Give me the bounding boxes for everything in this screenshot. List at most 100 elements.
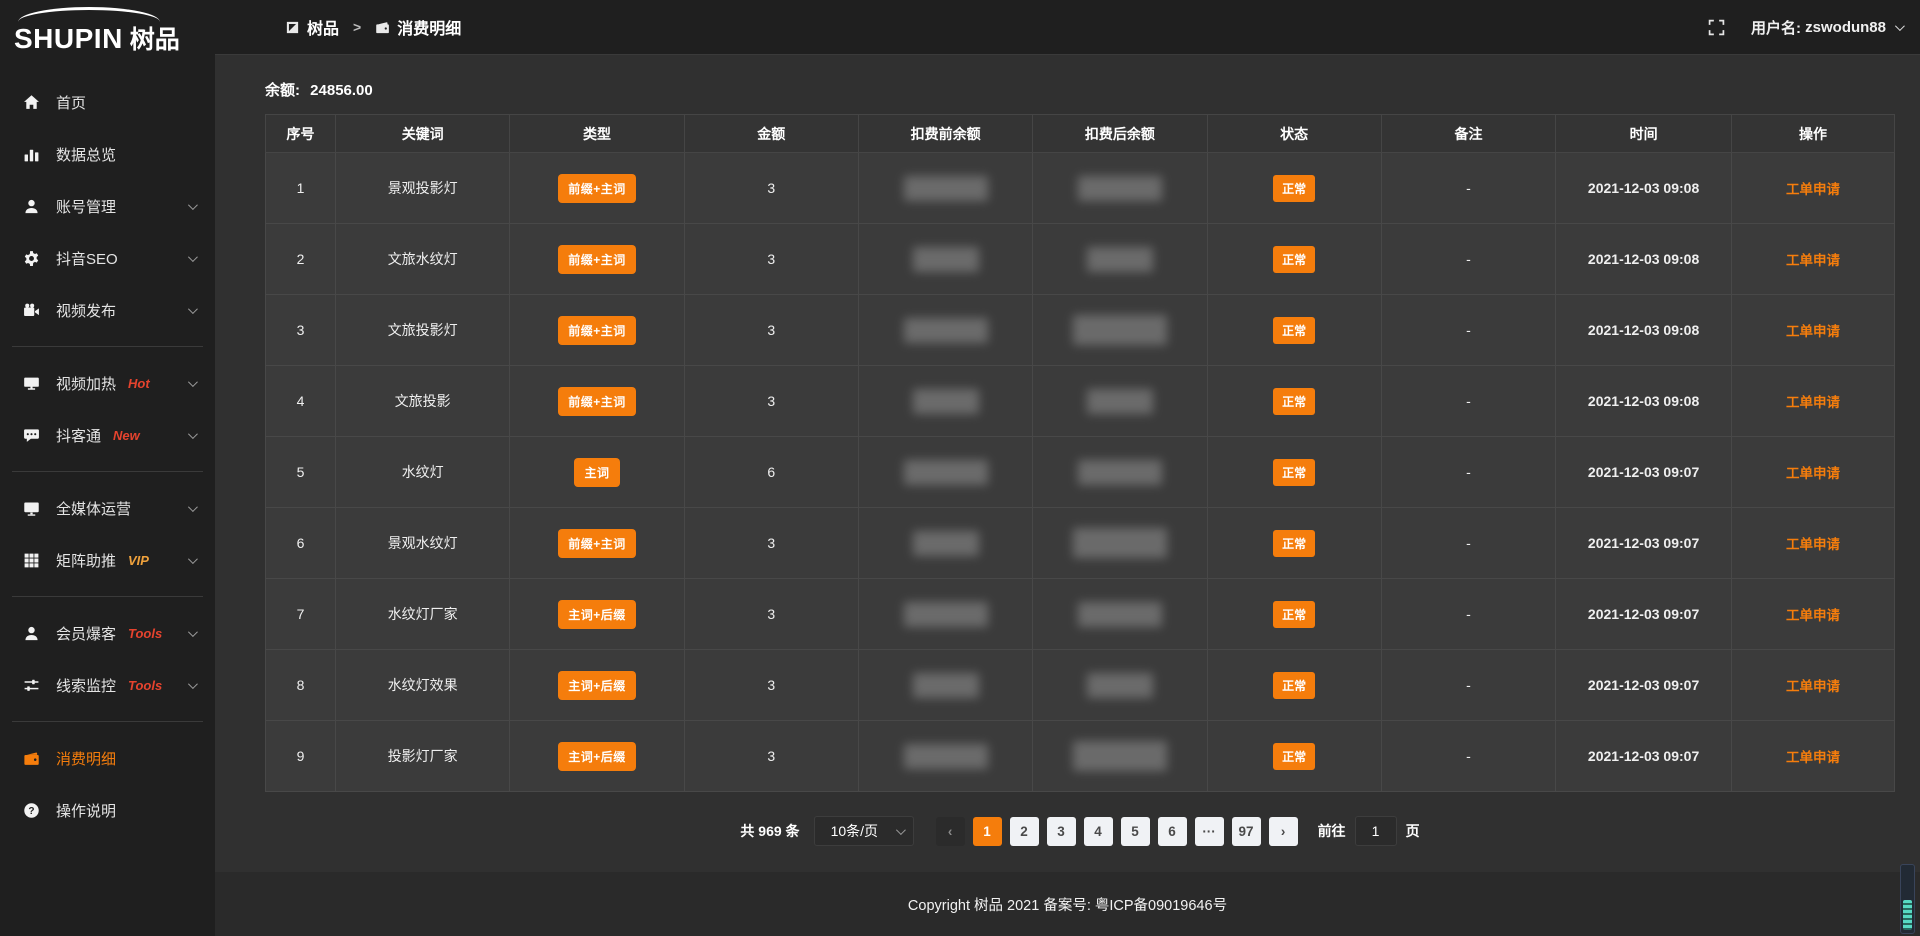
work-order-link[interactable]: 工单申请	[1786, 608, 1840, 623]
status-badge: 正常	[1273, 743, 1315, 770]
sidebar-item[interactable]: ?操作说明	[0, 784, 215, 836]
cell-post-balance	[1033, 508, 1207, 579]
prev-page-button[interactable]: ‹	[936, 817, 965, 846]
home-icon	[22, 93, 41, 112]
desktop-icon	[22, 499, 41, 518]
cell-amount: 3	[684, 366, 858, 437]
breadcrumb-item[interactable]: 树品	[285, 15, 339, 39]
goto-page-input[interactable]	[1355, 816, 1397, 846]
status-badge: 正常	[1273, 601, 1315, 628]
page-number-button[interactable]: 4	[1084, 817, 1113, 846]
page-number-button[interactable]: 97	[1232, 817, 1261, 846]
masked-balance	[1073, 741, 1167, 771]
sidebar-item[interactable]: 首页	[0, 76, 215, 128]
svg-text:?: ?	[28, 805, 34, 816]
sidebar-item[interactable]: 抖客通New	[0, 409, 215, 461]
page-number-button[interactable]: 5	[1121, 817, 1150, 846]
sidebar-item[interactable]: 抖音SEO	[0, 232, 215, 284]
sidebar-item-label: 会员爆客	[56, 623, 116, 644]
breadcrumb-item[interactable]: 消费明细	[375, 15, 461, 39]
page-ellipsis-button[interactable]: ···	[1195, 817, 1224, 846]
sliders-icon	[22, 676, 41, 695]
sidebar-item-label: 首页	[56, 92, 86, 113]
cell-status: 正常	[1207, 579, 1381, 650]
cell-index: 4	[266, 366, 336, 437]
masked-balance	[1073, 528, 1167, 558]
cell-remark: -	[1381, 224, 1555, 295]
page-number-button[interactable]: 1	[973, 817, 1002, 846]
sidebar-item-badge: Hot	[128, 376, 150, 391]
cell-pre-balance	[858, 366, 1032, 437]
cell-status: 正常	[1207, 224, 1381, 295]
work-order-link[interactable]: 工单申请	[1786, 324, 1840, 339]
user-dropdown[interactable]: 用户名: zswodun88	[1751, 17, 1902, 38]
work-order-link[interactable]: 工单申请	[1786, 182, 1840, 197]
column-header: 类型	[510, 115, 684, 153]
balance-value: 24856.00	[310, 82, 373, 99]
content-area: 余额: 24856.00 序号关键词类型金额扣费前余额扣费后余额状态备注时间操作…	[215, 55, 1920, 872]
masked-balance	[1087, 247, 1153, 272]
masked-balance	[1078, 176, 1162, 201]
sidebar-item[interactable]: 视频发布	[0, 284, 215, 336]
breadcrumb-separator: >	[353, 19, 361, 35]
page-size-select[interactable]: 10条/页	[814, 816, 914, 846]
type-badge: 主词+后缀	[558, 671, 636, 700]
chevron-down-icon	[896, 825, 906, 835]
cell-type: 主词+后缀	[510, 650, 684, 721]
cell-amount: 3	[684, 224, 858, 295]
sidebar-item-label: 视频加热	[56, 373, 116, 394]
sidebar-item[interactable]: 消费明细	[0, 732, 215, 784]
cell-pre-balance	[858, 579, 1032, 650]
masked-balance	[913, 673, 979, 698]
cell-status: 正常	[1207, 366, 1381, 437]
next-page-button[interactable]: ›	[1269, 817, 1298, 846]
table-row: 5水纹灯主词6正常-2021-12-03 09:07工单申请	[266, 437, 1895, 508]
page-number-button[interactable]: 2	[1010, 817, 1039, 846]
cell-keyword: 文旅水纹灯	[336, 224, 510, 295]
sidebar-item[interactable]: 会员爆客Tools	[0, 607, 215, 659]
sidebar-item[interactable]: 全媒体运营	[0, 482, 215, 534]
status-badge: 正常	[1273, 530, 1315, 557]
status-badge: 正常	[1273, 317, 1315, 344]
goto-label: 前往	[1318, 821, 1346, 841]
cell-post-balance	[1033, 366, 1207, 437]
sidebar-item[interactable]: 账号管理	[0, 180, 215, 232]
cell-type: 前缀+主词	[510, 224, 684, 295]
status-badge: 正常	[1273, 672, 1315, 699]
cell-time: 2021-12-03 09:08	[1556, 224, 1732, 295]
floating-widget[interactable]	[1900, 864, 1915, 934]
page-number-button[interactable]: 6	[1158, 817, 1187, 846]
masked-balance	[904, 744, 988, 769]
heat-monitor-icon	[22, 374, 41, 393]
app-root: SHUPIN 树品 首页数据总览账号管理抖音SEO视频发布视频加热Hot抖客通N…	[0, 0, 1920, 936]
cell-index: 7	[266, 579, 336, 650]
work-order-link[interactable]: 工单申请	[1786, 466, 1840, 481]
sidebar-item[interactable]: 矩阵助推VIP	[0, 534, 215, 586]
sidebar-item[interactable]: 数据总览	[0, 128, 215, 180]
cell-pre-balance	[858, 437, 1032, 508]
page-size-value: 10条/页	[831, 821, 878, 841]
work-order-link[interactable]: 工单申请	[1786, 395, 1840, 410]
cell-pre-balance	[858, 295, 1032, 366]
work-order-link[interactable]: 工单申请	[1786, 750, 1840, 765]
sidebar-item[interactable]: 线索监控Tools	[0, 659, 215, 711]
fullscreen-icon[interactable]	[1708, 19, 1725, 36]
column-header: 备注	[1381, 115, 1555, 153]
page-number-button[interactable]: 3	[1047, 817, 1076, 846]
cell-time: 2021-12-03 09:07	[1556, 508, 1732, 579]
work-order-link[interactable]: 工单申请	[1786, 253, 1840, 268]
work-order-link[interactable]: 工单申请	[1786, 537, 1840, 552]
work-order-link[interactable]: 工单申请	[1786, 679, 1840, 694]
sidebar-item-label: 数据总览	[56, 144, 116, 165]
cell-remark: -	[1381, 650, 1555, 721]
status-badge: 正常	[1273, 175, 1315, 202]
masked-balance	[1087, 673, 1153, 698]
sidebar-divider	[12, 596, 203, 597]
cell-remark: -	[1381, 366, 1555, 437]
pagination-total: 共 969 条	[740, 821, 799, 841]
table-row: 7水纹灯厂家主词+后缀3正常-2021-12-03 09:07工单申请	[266, 579, 1895, 650]
chevron-down-icon	[188, 679, 198, 689]
type-badge: 前缀+主词	[558, 316, 636, 345]
sidebar-item[interactable]: 视频加热 Hot	[0, 357, 215, 409]
sidebar-item-badge: Tools	[128, 678, 162, 693]
